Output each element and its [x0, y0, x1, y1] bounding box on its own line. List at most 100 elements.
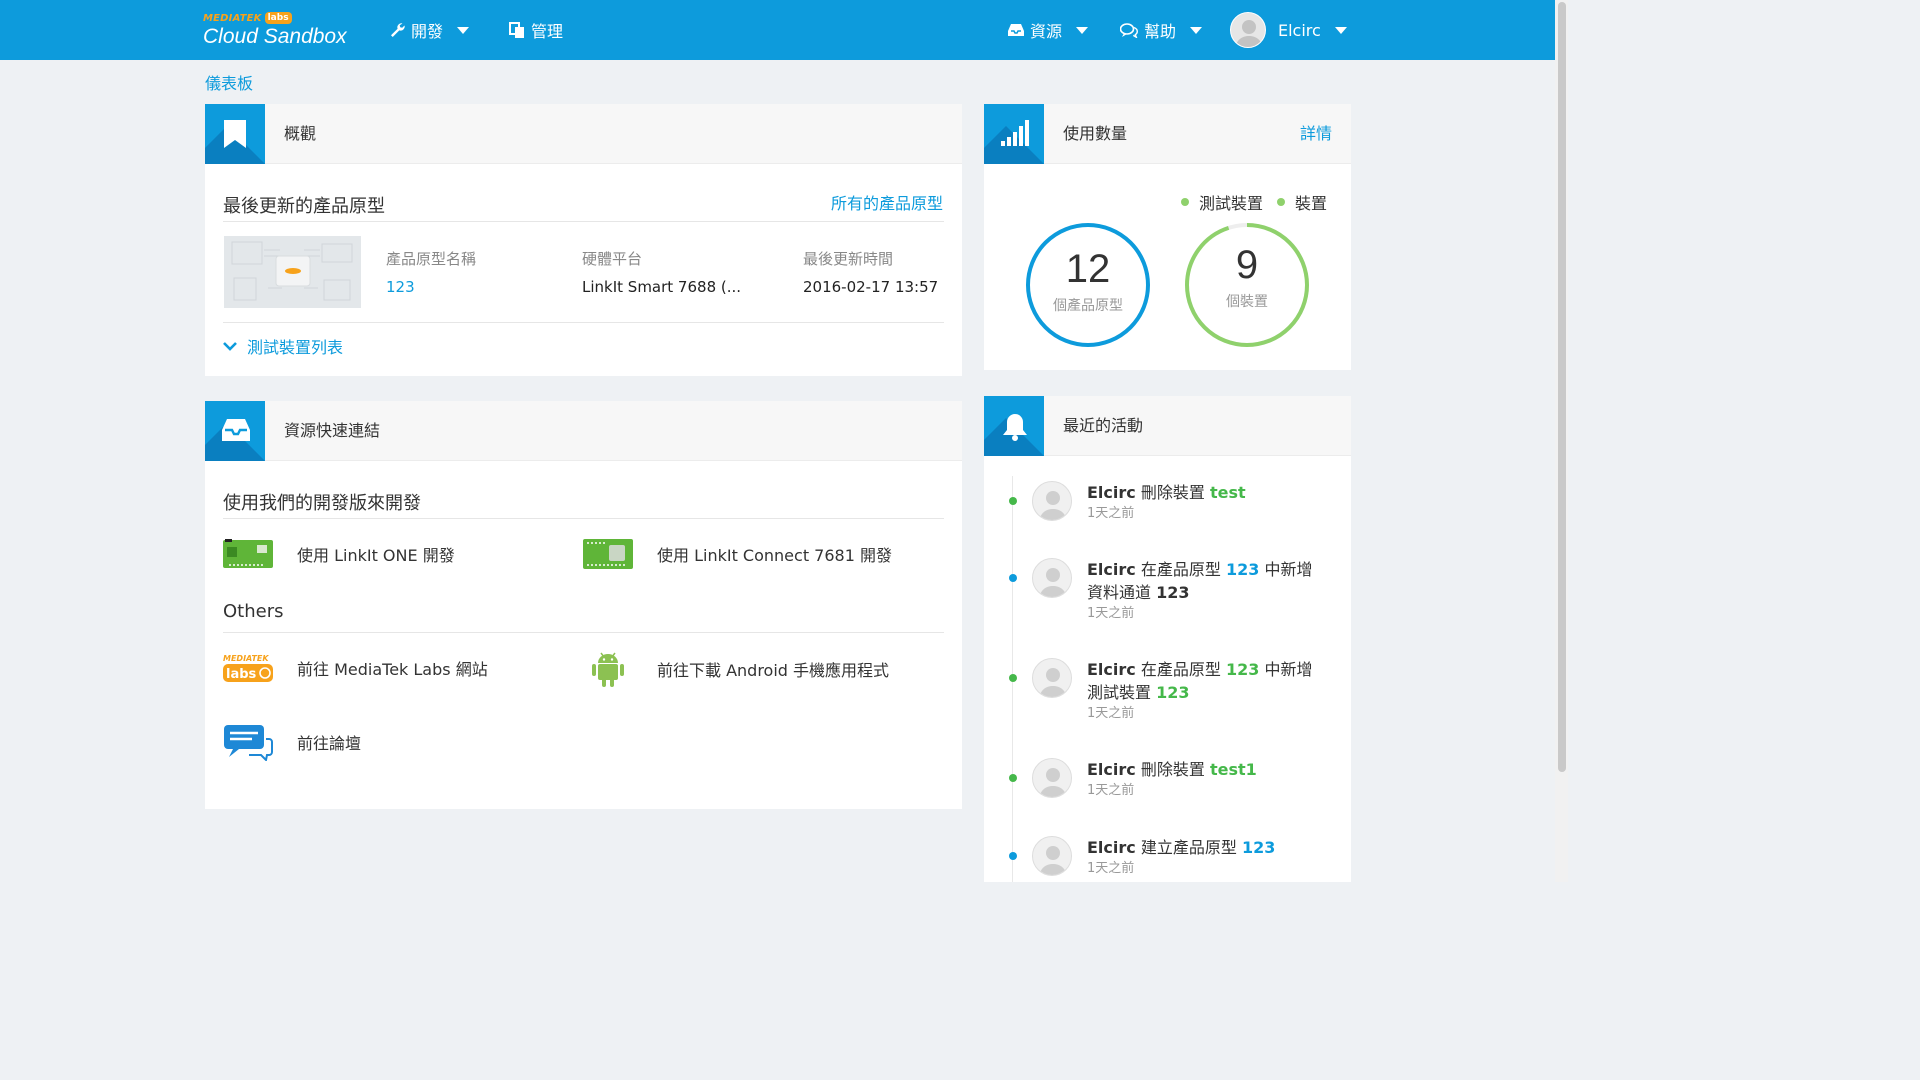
activity-action: 在產品原型 [1135, 560, 1226, 579]
activity-target[interactable]: test [1210, 483, 1246, 502]
timeline-dot [1009, 674, 1017, 682]
linkit-one-label: 使用 LinkIt ONE 開發 [297, 546, 455, 565]
inbox-icon [222, 419, 250, 441]
overview-panel-header: 概觀 [205, 104, 962, 164]
devices-count-label: 個裝置 [1226, 294, 1268, 310]
avatar [1032, 558, 1072, 598]
activity-time: 1天之前 [1087, 861, 1135, 876]
nav-manage-label: 管理 [531, 22, 564, 41]
chevron-down-icon [457, 26, 470, 34]
activity-text: Elcirc 刪除裝置 test 1天之前 [1087, 481, 1327, 524]
avatar [1032, 836, 1072, 876]
avatar [1230, 12, 1266, 48]
others-section-title: Others [223, 601, 284, 622]
chevron-down-icon [223, 342, 237, 351]
activity-header-icon [984, 396, 1044, 456]
test-devices-toggle[interactable]: 測試裝置列表 [223, 334, 343, 358]
linkit-connect-link[interactable]: 使用 LinkIt Connect 7681 開發 [583, 537, 892, 571]
resources-header-icon [205, 401, 265, 461]
activity-action: 刪除裝置 [1135, 760, 1210, 779]
devices-count: 9 [1235, 243, 1259, 287]
comments-icon [1120, 22, 1138, 38]
nav-resources-menu[interactable]: 資源 [1008, 0, 1089, 60]
android-app-label: 前往下載 Android 手機應用程式 [657, 661, 890, 680]
activity-user[interactable]: Elcirc [1087, 483, 1136, 502]
column-header-updated: 最後更新時間 [803, 250, 894, 268]
usage-title: 使用數量 [1063, 124, 1128, 143]
linkit-one-link[interactable]: 使用 LinkIt ONE 開發 [223, 537, 455, 571]
nav-help-menu[interactable]: 幫助 [1120, 0, 1203, 60]
divider [223, 518, 944, 519]
activity-target[interactable]: 123 [1242, 838, 1275, 857]
timeline-dot [1009, 574, 1017, 582]
activity-user[interactable]: Elcirc [1087, 760, 1136, 779]
activity-user[interactable]: Elcirc [1087, 660, 1136, 679]
devices-count-ring: 9 個裝置 [1185, 223, 1309, 347]
activity-text: Elcirc 刪除裝置 test1 1天之前 [1087, 758, 1327, 801]
activity-panel: 最近的活動 Elcirc 刪除裝置 test 1天之前 Elcirc 在產品原型 1… [984, 396, 1351, 882]
prototype-name-link[interactable]: 123 [386, 278, 415, 296]
prototype-thumbnail[interactable] [224, 236, 361, 308]
usage-legend: 測試裝置 裝置 [1165, 190, 1327, 214]
bell-icon [1003, 414, 1027, 441]
activity-target-secondary[interactable]: 123 [1156, 583, 1189, 602]
timeline-dot [1009, 852, 1017, 860]
resources-title: 資源快速連結 [284, 421, 381, 440]
latest-prototypes-title: 最後更新的產品原型 [223, 196, 385, 217]
forum-chat-icon [224, 725, 273, 761]
legend-test-devices: 測試裝置 [1198, 194, 1263, 213]
legend-devices: 裝置 [1294, 194, 1327, 213]
scrollbar-thumb[interactable] [1558, 2, 1566, 772]
activity-target-secondary[interactable]: 123 [1156, 683, 1189, 702]
copy-icon [509, 21, 525, 39]
linkit-one-board-icon [223, 539, 273, 568]
inbox-icon [1008, 23, 1024, 37]
mediatek-labs-label: 前往 MediaTek Labs 網站 [297, 660, 488, 679]
prototypes-count-label: 個產品原型 [1053, 298, 1123, 314]
activity-time: 1天之前 [1087, 783, 1135, 798]
activity-target[interactable]: 123 [1226, 560, 1259, 579]
usage-panel-header: 使用數量 詳情 [984, 104, 1351, 164]
activity-time: 1天之前 [1087, 506, 1135, 521]
usage-detail-link[interactable]: 詳情 [1300, 104, 1332, 164]
activity-user[interactable]: Elcirc [1087, 838, 1136, 857]
prototype-updated-time: 2016-02-17 13:57 [803, 278, 939, 296]
cloud-sandbox-logo[interactable]: MEDIATEK labs Cloud Sandbox [203, 11, 363, 51]
avatar [1032, 658, 1072, 698]
avatar [1032, 758, 1072, 798]
prototypes-count-ring: 12 個產品原型 [1026, 223, 1150, 347]
breadcrumb[interactable]: 儀表板 [205, 70, 253, 94]
activity-time: 1天之前 [1087, 606, 1135, 621]
linkit-connect-board-icon [583, 539, 633, 569]
activity-panel-header: 最近的活動 [984, 396, 1351, 456]
overview-header-icon [205, 104, 265, 164]
overview-panel: 概觀 最後更新的產品原型 所有的產品原型 產品原型名稱 硬體平台 最後更新時間 … [205, 104, 962, 376]
svg-text:MEDIATEK: MEDIATEK [223, 654, 269, 663]
forum-link[interactable]: 前往論壇 [223, 723, 361, 761]
signal-bars-icon [1001, 120, 1029, 146]
activity-target[interactable]: test1 [1210, 760, 1257, 779]
mediatek-labs-link[interactable]: MEDIATEK labs 前往 MediaTek Labs 網站 [223, 651, 488, 685]
prototypes-count: 12 [1065, 247, 1111, 291]
test-devices-toggle-label: 測試裝置列表 [247, 338, 344, 357]
user-menu[interactable]: Elcirc [1230, 0, 1347, 60]
activity-user[interactable]: Elcirc [1087, 560, 1136, 579]
activity-target[interactable]: 123 [1226, 660, 1259, 679]
overview-title: 概觀 [284, 124, 317, 143]
avatar [1032, 481, 1072, 521]
activity-action: 刪除裝置 [1135, 483, 1210, 502]
nav-develop-menu[interactable]: 開發 [389, 0, 470, 60]
activity-action: 在產品原型 [1135, 660, 1226, 679]
page-scrollbar[interactable] [1555, 0, 1568, 882]
column-header-platform: 硬體平台 [582, 250, 643, 268]
nav-manage-menu[interactable]: 管理 [509, 0, 563, 60]
divider [223, 221, 944, 222]
chevron-down-icon [1190, 26, 1203, 34]
logo-badge: labs [264, 12, 292, 24]
android-app-link[interactable]: 前往下載 Android 手機應用程式 [583, 649, 889, 689]
chevron-down-icon [1334, 26, 1347, 34]
activity-action: 建立產品原型 [1135, 838, 1242, 857]
dev-boards-section-title: 使用我們的開發版來開發 [223, 493, 421, 514]
linkit-connect-label: 使用 LinkIt Connect 7681 開發 [657, 546, 892, 565]
bookmark-icon [224, 120, 246, 148]
